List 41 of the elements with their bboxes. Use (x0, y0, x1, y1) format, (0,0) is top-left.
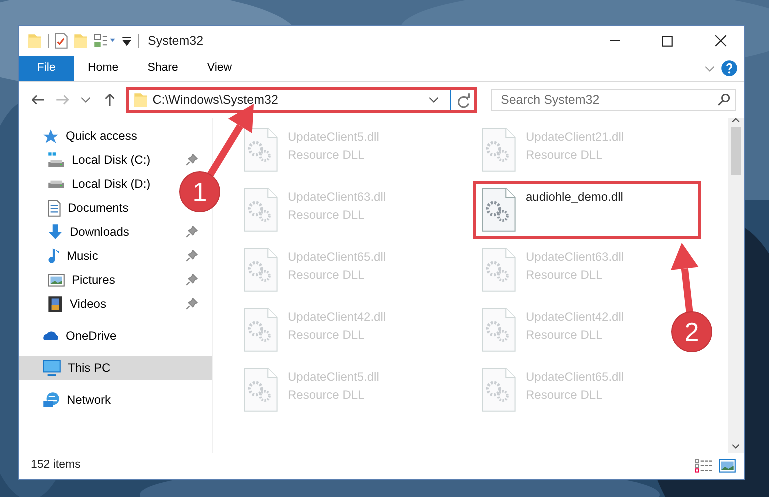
step-marker: 1 (180, 172, 220, 212)
file-type: Resource DLL (288, 387, 366, 404)
file-item[interactable]: audiohle_demo.dll (473, 181, 701, 239)
file-name: UpdateClient63.dll (526, 249, 624, 266)
file-name: UpdateClient5.dll (288, 369, 380, 386)
address-field[interactable]: C:\Windows\System32 (126, 87, 477, 113)
ribbon-tab[interactable]: Home (74, 56, 134, 81)
search-field[interactable]: Search System32 (491, 89, 736, 111)
ribbon-tab[interactable]: View (193, 56, 248, 81)
sidebar-item[interactable]: Pictures (19, 268, 212, 292)
file-type: Resource DLL (526, 387, 604, 404)
file-name: UpdateClient21.dll (526, 129, 624, 146)
file-name: UpdateClient63.dll (288, 189, 386, 206)
window-title: System32 (148, 32, 205, 50)
ribbon-tab[interactable]: Share (134, 56, 194, 81)
sidebar-item[interactable]: Local Disk (D:) (19, 172, 157, 196)
sidebar-item[interactable]: Videos (19, 292, 212, 316)
sidebar-item[interactable]: Downloads (19, 220, 212, 244)
file-type: Resource DLL (526, 147, 604, 164)
sidebar-item[interactable]: Local Disk (C:) (19, 148, 212, 172)
file-name: UpdateClient65.dll (526, 369, 624, 386)
file-type: Resource DLL (288, 147, 366, 164)
file-menu-button[interactable]: File (19, 56, 74, 81)
file-type: Resource DLL (288, 327, 366, 344)
sidebar-item[interactable]: Network (19, 388, 118, 412)
sidebar-item[interactable]: Music (19, 244, 212, 268)
sidebar-item[interactable]: OneDrive (19, 324, 123, 348)
file-name: UpdateClient65.dll (288, 249, 386, 266)
sidebar-item[interactable]: Quick access (19, 124, 144, 148)
file-type: Resource DLL (526, 327, 604, 344)
file-type: Resource DLL (288, 267, 366, 284)
sidebar-item[interactable]: This PC (19, 356, 212, 380)
file-name: UpdateClient42.dll (526, 309, 624, 326)
file-name: UpdateClient42.dll (288, 309, 386, 326)
file-type: Resource DLL (288, 207, 366, 224)
sidebar-item[interactable]: Documents (19, 196, 135, 220)
file-name: UpdateClient5.dll (288, 129, 380, 146)
item-count: 152 items (31, 458, 82, 474)
file-type: Resource DLL (526, 267, 604, 284)
file-name: audiohle_demo.dll (526, 189, 624, 206)
step-marker: 2 (672, 312, 712, 352)
